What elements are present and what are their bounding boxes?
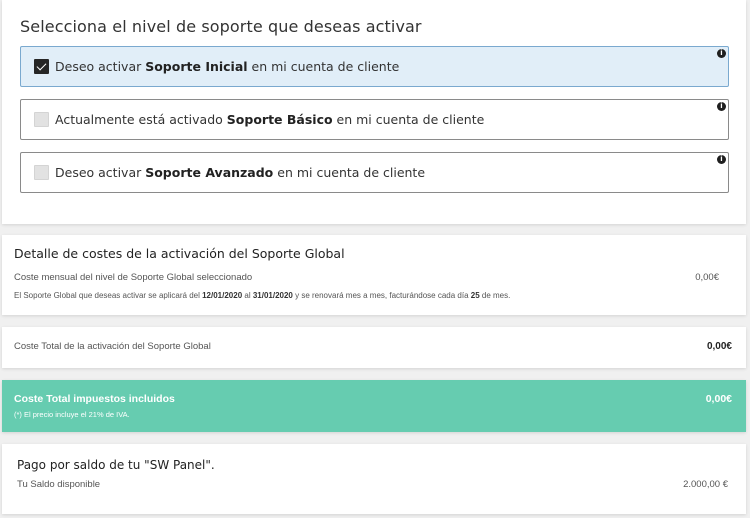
option-plan-name: Soporte Básico: [226, 112, 333, 127]
total-with-taxes-amount: 0,00€: [705, 393, 732, 405]
option-suffix: en mi cuenta de cliente: [273, 165, 426, 180]
checkbox-soporte-basico[interactable]: [34, 112, 49, 127]
billing-day: 25: [470, 291, 480, 300]
payment-title: Pago por saldo de tu "SW Panel".: [17, 458, 215, 472]
option-suffix: en mi cuenta de cliente: [332, 112, 485, 127]
billing-period-note: El Soporte Global que deseas activar se …: [14, 291, 510, 300]
total-cost-label: Coste Total de la activación del Soporte…: [14, 341, 211, 352]
option-label: Actualmente está activado Soporte Básico…: [55, 112, 484, 127]
total-with-taxes-card: Coste Total impuestos incluidos (*) El p…: [2, 380, 746, 432]
option-prefix: Actualmente está activado: [55, 112, 227, 127]
total-with-taxes-label: Coste Total impuestos incluidos: [14, 393, 175, 405]
note-text: El Soporte Global que deseas activar se …: [14, 291, 203, 300]
start-date: 12/01/2020: [202, 291, 243, 300]
option-soporte-basico[interactable]: Actualmente está activado Soporte Básico…: [20, 99, 729, 140]
total-cost-card: Coste Total de la activación del Soporte…: [2, 327, 746, 368]
end-date: 31/01/2020: [252, 291, 293, 300]
option-soporte-inicial[interactable]: Deseo activar Soporte Inicial en mi cuen…: [20, 46, 729, 87]
balance-label: Tu Saldo disponible: [17, 479, 101, 490]
note-text: y se renovará mes a mes, facturándose ca…: [292, 291, 471, 300]
monthly-cost-amount: 0,00€: [695, 272, 719, 283]
checkbox-soporte-avanzado[interactable]: [34, 165, 49, 180]
checkbox-soporte-inicial[interactable]: [34, 59, 49, 74]
info-icon[interactable]: i: [717, 49, 726, 58]
info-icon[interactable]: i: [717, 155, 726, 164]
option-plan-name: Soporte Avanzado: [145, 165, 274, 180]
total-cost-amount: 0,00€: [706, 341, 732, 352]
option-label: Deseo activar Soporte Inicial en mi cuen…: [55, 59, 399, 74]
monthly-cost-label: Coste mensual del nivel de Soporte Globa…: [14, 272, 253, 283]
option-label: Deseo activar Soporte Avanzado en mi cue…: [55, 165, 425, 180]
note-text: de mes.: [479, 291, 511, 300]
support-level-title: Selecciona el nivel de soporte que desea…: [20, 17, 422, 36]
info-icon[interactable]: i: [717, 102, 726, 111]
note-text: al: [242, 291, 253, 300]
option-soporte-avanzado[interactable]: Deseo activar Soporte Avanzado en mi cue…: [20, 152, 729, 193]
option-prefix: Deseo activar: [55, 165, 146, 180]
balance-amount: 2.000,00 €: [683, 479, 728, 490]
support-level-card: Selecciona el nivel de soporte que desea…: [2, 0, 746, 224]
option-plan-name: Soporte Inicial: [145, 59, 248, 74]
option-suffix: en mi cuenta de cliente: [247, 59, 400, 74]
cost-detail-title: Detalle de costes de la activación del S…: [14, 246, 345, 261]
vat-note: (*) El precio incluye el 21% de IVA.: [14, 410, 130, 419]
option-prefix: Deseo activar: [55, 59, 146, 74]
cost-detail-card: Detalle de costes de la activación del S…: [2, 235, 746, 315]
payment-card: Pago por saldo de tu "SW Panel". Tu Sald…: [2, 444, 746, 514]
